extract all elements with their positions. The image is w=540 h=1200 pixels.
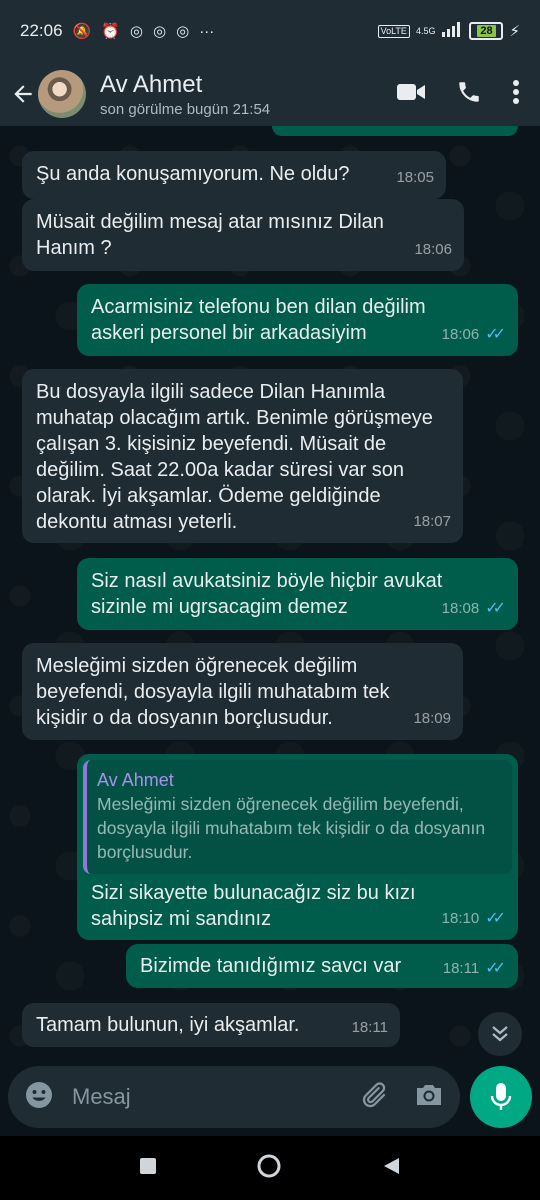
- attach-icon[interactable]: [358, 1080, 388, 1115]
- previous-message-bubble: [272, 126, 518, 136]
- message-time: 18:06: [414, 241, 452, 258]
- message-text: Müsait değilim mesaj atar mısınız Dilan …: [36, 211, 384, 259]
- microphone-icon: [490, 1083, 512, 1110]
- message-meta: 18:08 ✓✓: [442, 596, 506, 622]
- battery-icon: 28: [469, 22, 504, 40]
- voice-call-icon[interactable]: [456, 79, 482, 110]
- message-bubble-outgoing[interactable]: Av Ahmet Mesleğimi sizden öğrenecek deği…: [77, 754, 518, 940]
- message-time: 18:05: [396, 169, 434, 186]
- message-meta: 18:07: [413, 509, 451, 535]
- message-time: 18:11: [351, 1019, 388, 1036]
- back-button[interactable]: [381, 1156, 401, 1181]
- message-text: Mesleğimi sizden öğrenecek değilim beyef…: [36, 655, 390, 729]
- message-bubble-incoming[interactable]: Şu anda konuşamıyorum. Ne oldu? 18:05: [22, 151, 446, 199]
- home-button[interactable]: [257, 1154, 281, 1183]
- last-seen: son görülme bugün 21:54: [100, 100, 271, 118]
- clock: 22:06: [20, 21, 63, 40]
- message-meta: 18:09: [413, 706, 451, 732]
- quoted-text: Mesleğimi sizden öğrenecek değilim beyef…: [97, 794, 486, 862]
- message-bubble-outgoing[interactable]: Bizimde tanıdığımız savcı var 18:11 ✓✓: [126, 944, 518, 988]
- quoted-message[interactable]: Av Ahmet Mesleğimi sizden öğrenecek deği…: [83, 760, 512, 874]
- message-input[interactable]: Mesaj: [72, 1084, 131, 1110]
- volte-badge: VoLTE: [377, 24, 410, 38]
- instagram-icon: ◎: [176, 23, 190, 40]
- read-receipt-icon: ✓✓: [485, 910, 506, 927]
- quoted-author: Av Ahmet: [97, 770, 174, 790]
- emoji-icon[interactable]: [24, 1080, 54, 1115]
- system-navigation-bar: [0, 1136, 540, 1200]
- contact-info[interactable]: Av Ahmet son görülme bugün 21:54: [100, 71, 270, 118]
- instagram-icon: ◎: [153, 23, 167, 40]
- double-chevron-down-icon: [492, 1026, 508, 1042]
- chat-area[interactable]: Şu anda konuşamıyorum. Ne oldu? 18:05 Mü…: [0, 126, 540, 1066]
- recent-apps-button[interactable]: [139, 1157, 157, 1180]
- back-arrow-icon[interactable]: [8, 74, 38, 114]
- message-bubble-incoming[interactable]: Bu dosyayla ilgili sadece Dilan Hanımla …: [22, 369, 463, 543]
- message-time: 18:06: [441, 326, 480, 343]
- scroll-to-bottom-button[interactable]: [478, 1012, 522, 1056]
- message-composer[interactable]: Mesaj: [8, 1066, 460, 1128]
- voice-message-button[interactable]: [470, 1066, 532, 1128]
- status-bar: 22:06 🔕 ⏰ ◎ ◎ ◎ ··· VoLTE 4.5G 28 ⚡: [0, 0, 540, 62]
- message-time: 18:11: [442, 960, 480, 977]
- alarm-icon: ⏰: [101, 23, 120, 40]
- instagram-icon: ◎: [129, 23, 144, 40]
- message-meta: 18:11: [352, 1015, 388, 1041]
- read-receipt-icon: ✓✓: [485, 600, 506, 617]
- camera-icon[interactable]: [414, 1082, 444, 1113]
- signal-icon: [441, 21, 463, 42]
- avatar[interactable]: [38, 70, 86, 118]
- contact-name[interactable]: Av Ahmet: [100, 71, 270, 99]
- network-type: 4.5G: [415, 26, 436, 36]
- message-meta: 18:06: [414, 237, 452, 263]
- more-options-icon[interactable]: [512, 79, 520, 110]
- message-text: Şu anda konuşamıyorum. Ne oldu?: [36, 163, 350, 185]
- charging-icon: ⚡: [509, 23, 520, 40]
- message-bubble-incoming[interactable]: Tamam bulunun, iyi akşamlar. 18:11: [22, 1003, 400, 1047]
- message-text: Bu dosyayla ilgili sadece Dilan Hanımla …: [36, 381, 433, 533]
- more-notifications-icon: ···: [199, 22, 215, 40]
- message-bubble-outgoing[interactable]: Acarmisiniz telefonu ben dilan değilim a…: [77, 284, 518, 356]
- message-text: Tamam bulunun, iyi akşamlar.: [36, 1014, 300, 1036]
- message-meta: 18:10 ✓✓: [442, 906, 506, 932]
- message-bubble-outgoing[interactable]: Siz nasıl avukatsiniz böyle hiçbir avuka…: [77, 558, 518, 630]
- message-time: 18:10: [441, 910, 480, 927]
- message-time: 18:08: [441, 600, 480, 617]
- message-time: 18:09: [413, 710, 451, 727]
- message-meta: 18:06 ✓✓: [442, 322, 506, 348]
- message-bubble-incoming[interactable]: Mesleğimi sizden öğrenecek değilim beyef…: [22, 643, 463, 740]
- read-receipt-icon: ✓✓: [485, 326, 506, 343]
- read-receipt-icon: ✓✓: [485, 960, 506, 977]
- message-time: 18:07: [413, 513, 451, 530]
- message-bubble-incoming[interactable]: Müsait değilim mesaj atar mısınız Dilan …: [22, 199, 464, 271]
- message-meta: 18:05: [396, 165, 434, 191]
- message-meta: 18:11 ✓✓: [443, 956, 506, 982]
- chat-header: Av Ahmet son görülme bugün 21:54: [0, 62, 540, 126]
- mute-bell-icon: 🔕: [72, 23, 92, 40]
- video-call-icon[interactable]: [396, 81, 426, 108]
